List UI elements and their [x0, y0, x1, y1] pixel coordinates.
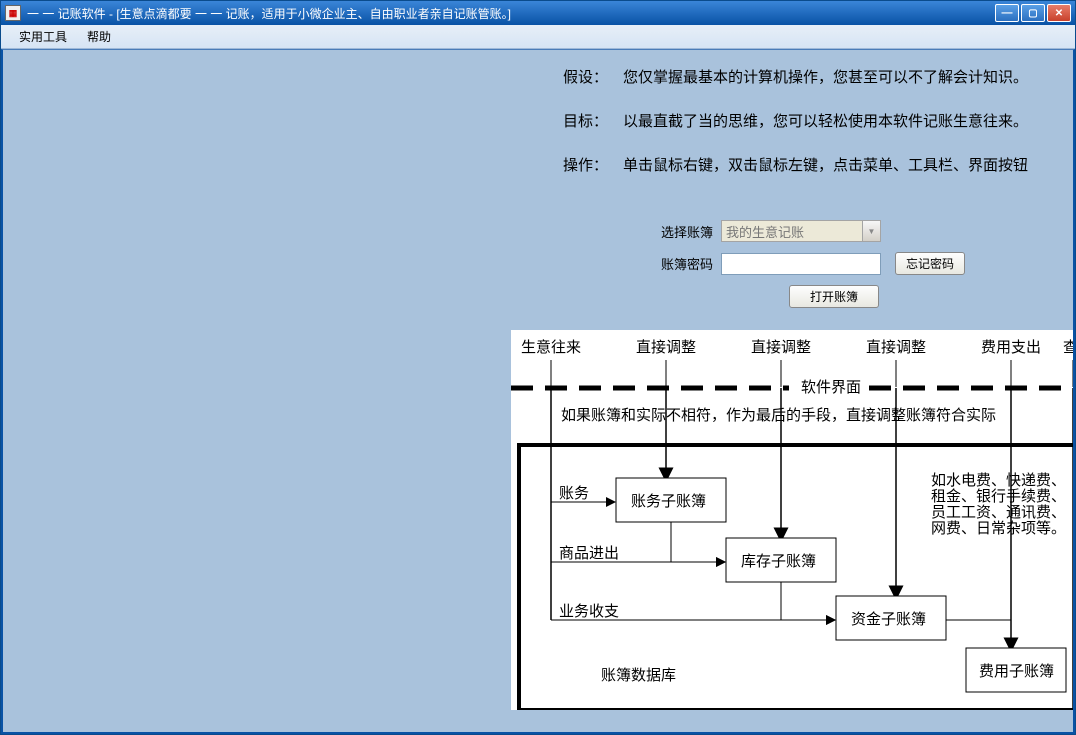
window-title: 一 一 记账软件 - [生意点滴都要 一 一 记账，适用于小微企业主、自由职业者…: [27, 5, 995, 22]
op-label: 操作：: [563, 154, 623, 178]
svg-text:账务: 账务: [559, 485, 589, 502]
minimize-button[interactable]: [995, 4, 1019, 22]
close-button[interactable]: [1047, 4, 1071, 22]
svg-text:业务收支: 业务收支: [559, 603, 619, 620]
diag-label-5: 查: [1063, 339, 1075, 356]
target-label: 目标：: [563, 110, 623, 134]
diag-label-4: 费用支出: [981, 339, 1041, 356]
menu-tools[interactable]: 实用工具: [9, 25, 77, 48]
chevron-down-icon: ▼: [862, 221, 880, 241]
assume-text: 您仅掌握最基本的计算机操作，您甚至可以不了解会计知识。: [623, 66, 1028, 90]
svg-text:如水电费、快递费、租金、银行手续费、员工工资、通讯费、网费、: 如水电费、快递费、租金、银行手续费、员工工资、通讯费、网费、日常杂项等。: [931, 472, 1066, 537]
app-icon: ▦: [5, 5, 21, 21]
svg-text:商品进出: 商品进出: [559, 545, 619, 562]
workflow-diagram: 生意往来 直接调整 直接调整 直接调整 费用支出 查 软件界面 如果账簿和实际不…: [511, 330, 1075, 710]
window-controls: [995, 4, 1071, 22]
db-label: 账簿数据库: [601, 667, 676, 684]
svg-text:账务子账簿: 账务子账簿: [631, 493, 706, 510]
diag-label-0: 生意往来: [521, 338, 581, 356]
svg-text:资金子账簿: 资金子账簿: [851, 611, 926, 628]
maximize-button[interactable]: [1021, 4, 1045, 22]
ledger-select[interactable]: 我的生意记账 ▼: [721, 220, 881, 242]
ledger-select-value: 我的生意记账: [726, 222, 804, 241]
forgot-password-button[interactable]: 忘记密码: [895, 252, 965, 275]
client-area: 假设： 您仅掌握最基本的计算机操作，您甚至可以不了解会计知识。 目标： 以最直截…: [1, 49, 1075, 734]
password-label: 账簿密码: [643, 254, 713, 273]
app-window: ▦ 一 一 记账软件 - [生意点滴都要 一 一 记账，适用于小微企业主、自由职…: [0, 0, 1076, 735]
diag-note: 如果账簿和实际不相符，作为最后的手段，直接调整账簿符合实际: [561, 407, 996, 424]
select-ledger-label: 选择账簿: [643, 222, 713, 241]
open-ledger-button[interactable]: 打开账簿: [789, 285, 879, 308]
op-text: 单击鼠标右键，双击鼠标左键，点击菜单、工具栏、界面按钮: [623, 154, 1028, 178]
diag-label-2: 直接调整: [751, 339, 811, 356]
login-form: 选择账簿 我的生意记账 ▼ 账簿密码 忘记密码 打开账簿: [643, 220, 965, 308]
ui-label: 软件界面: [801, 379, 861, 396]
svg-text:费用子账簿: 费用子账簿: [979, 663, 1054, 680]
svg-text:库存子账簿: 库存子账簿: [741, 553, 816, 570]
title-bar: ▦ 一 一 记账软件 - [生意点滴都要 一 一 记账，适用于小微企业主、自由职…: [1, 1, 1075, 25]
intro-text: 假设： 您仅掌握最基本的计算机操作，您甚至可以不了解会计知识。 目标： 以最直截…: [563, 66, 1057, 198]
menu-help[interactable]: 帮助: [77, 25, 121, 48]
assume-label: 假设：: [563, 66, 623, 90]
diag-label-3: 直接调整: [866, 339, 926, 356]
menu-bar: 实用工具 帮助: [1, 25, 1075, 49]
diag-label-1: 直接调整: [636, 339, 696, 356]
password-input[interactable]: [721, 253, 881, 275]
target-text: 以最直截了当的思维，您可以轻松使用本软件记账生意往来。: [623, 110, 1028, 134]
